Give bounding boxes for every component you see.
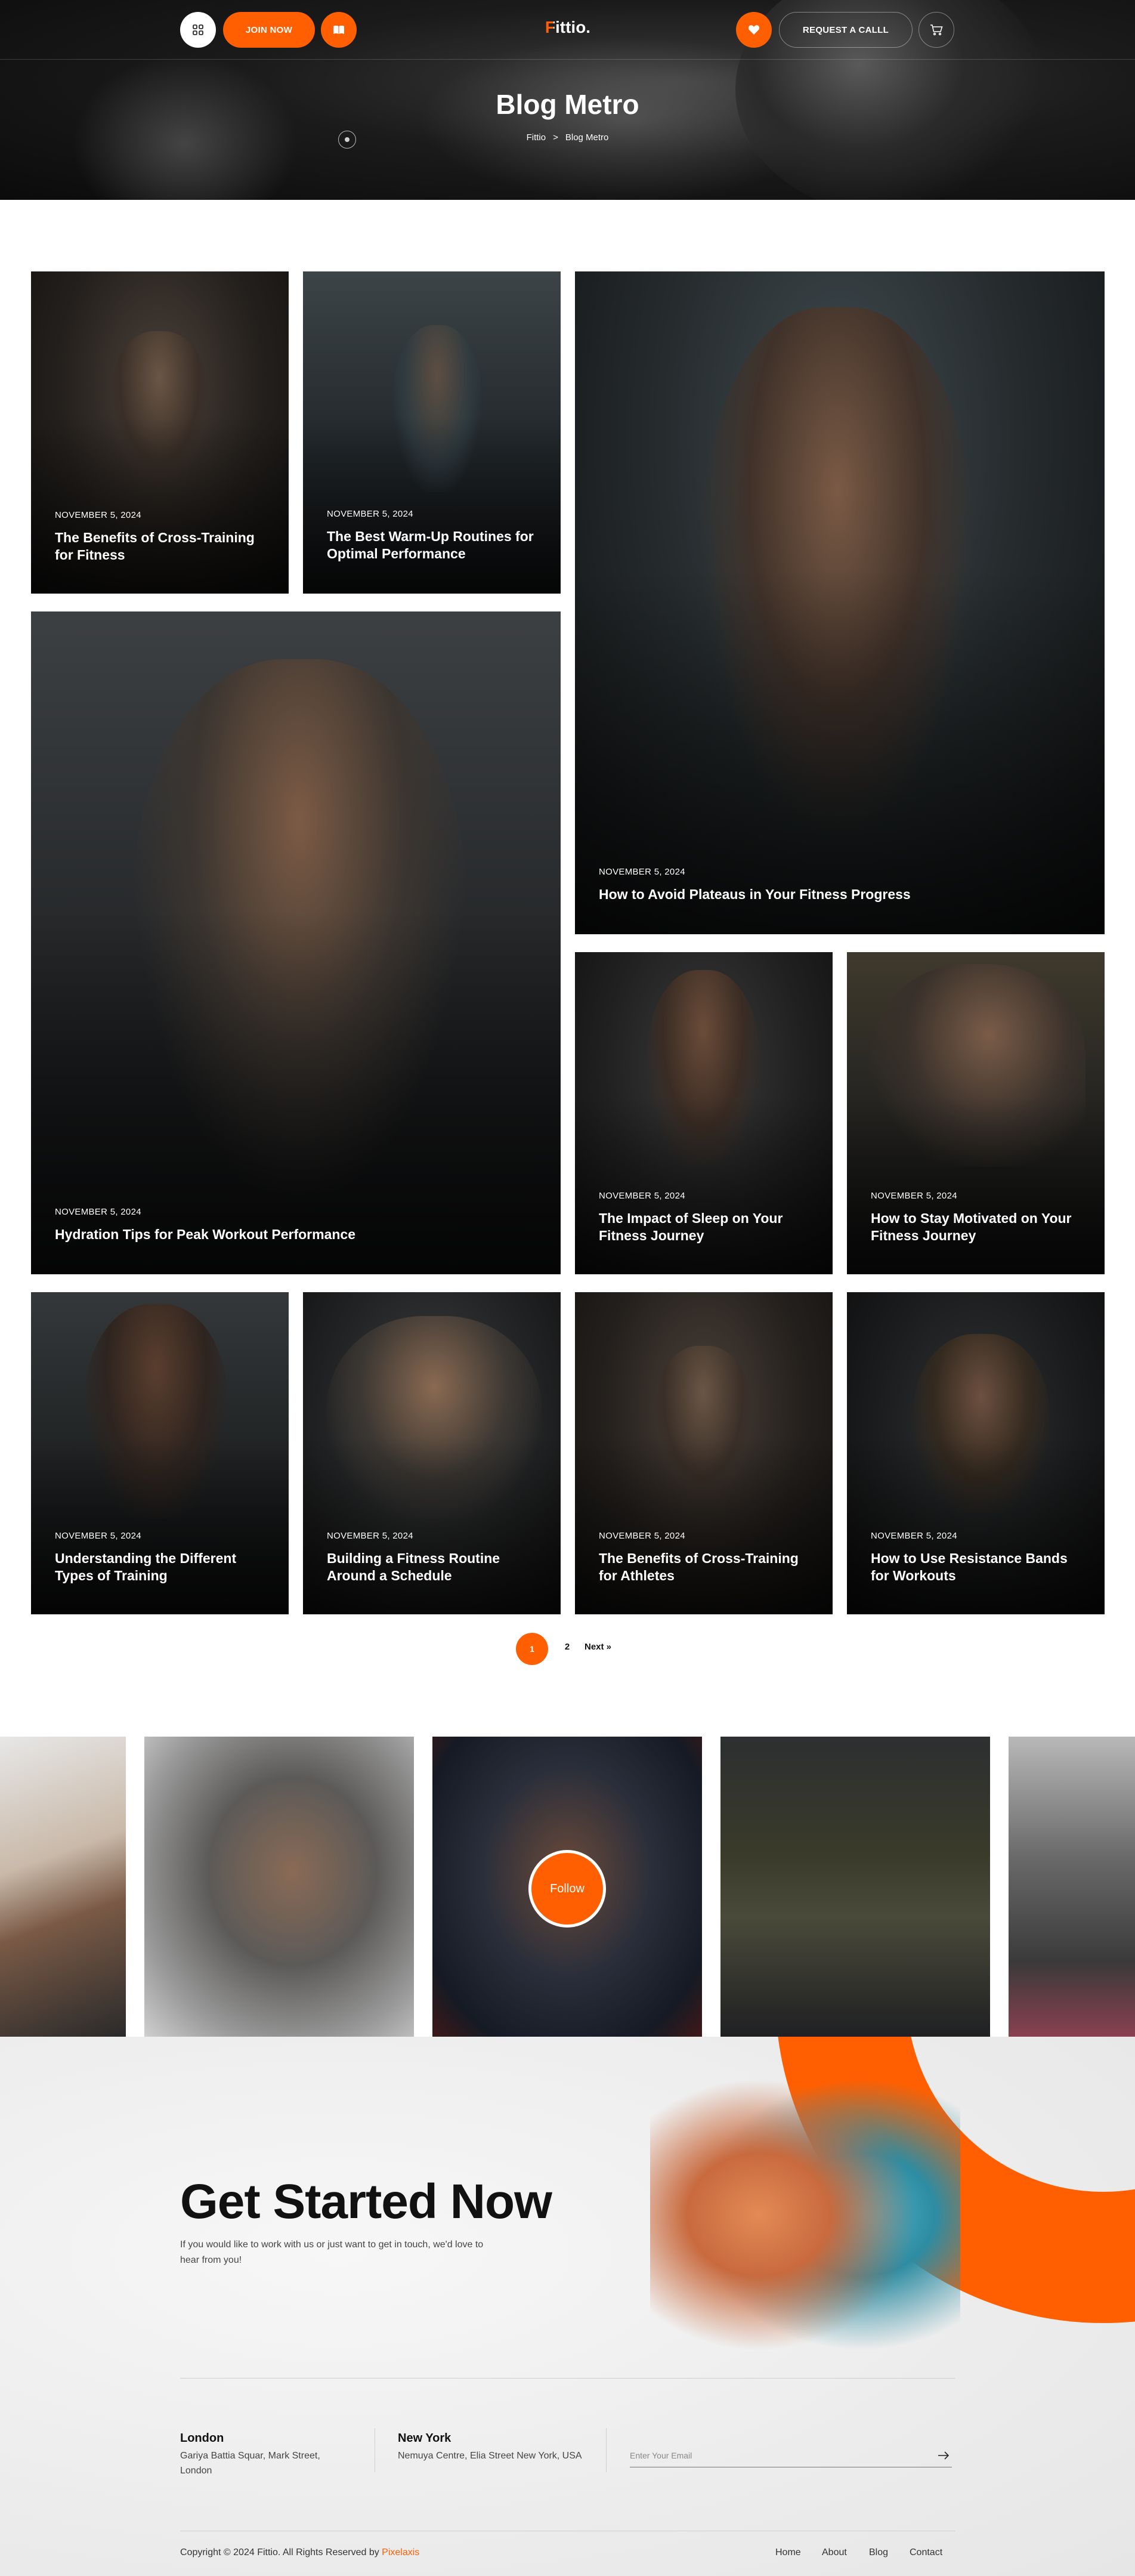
post-title[interactable]: How to Avoid Plateaus in Your Fitness Pr… [599,886,1081,903]
page-2-link[interactable]: 2 [558,1642,576,1656]
footer-link-about[interactable]: About [822,2547,847,2558]
instagram-follow-button[interactable]: Follow [528,1850,606,1928]
cta-subtitle: If you would like to work with us or jus… [180,2240,484,2265]
post-title[interactable]: The Impact of Sleep on Your Fitness Jour… [599,1210,809,1244]
post-date: NOVEMBER 5, 2024 [599,1531,685,1541]
post-date: NOVEMBER 5, 2024 [55,1531,141,1541]
contact-city-london: London [180,2432,224,2445]
divider [606,2428,607,2472]
blog-card[interactable]: NOVEMBER 5, 2024 How to Avoid Plateaus i… [575,271,1105,934]
blog-card[interactable]: NOVEMBER 5, 2024 How to Stay Motivated o… [847,952,1105,1274]
post-title[interactable]: The Benefits of Cross-Training for Athle… [599,1550,809,1584]
arrow-right-icon[interactable] [936,2448,951,2463]
contact-address-new-york: Nemuya Centre, Elia Street New York, USA [398,2451,582,2461]
cart-icon [930,24,943,36]
divider [180,2378,955,2379]
couple-image [650,2072,960,2389]
next-page-link[interactable]: Next » [584,1642,632,1656]
wishlist-button[interactable] [736,12,772,48]
post-date: NOVEMBER 5, 2024 [599,867,685,877]
post-title[interactable]: How to Use Resistance Bands for Workouts [871,1550,1081,1584]
breadcrumb-home-link[interactable]: Fittio [527,132,546,143]
hero-background-figure [72,54,298,200]
post-date: NOVEMBER 5, 2024 [871,1531,957,1541]
contact-address-london: Gariya Battia Squar, Mark Street, London [180,2451,320,2476]
post-title[interactable]: How to Stay Motivated on Your Fitness Jo… [871,1210,1081,1244]
post-date: NOVEMBER 5, 2024 [55,1207,141,1217]
cart-button[interactable] [918,12,954,48]
post-date: NOVEMBER 5, 2024 [327,509,413,519]
footer-link-home[interactable]: Home [775,2547,801,2558]
gallery-image[interactable] [0,1737,126,2037]
blog-card[interactable]: NOVEMBER 5, 2024 Understanding the Diffe… [31,1292,289,1614]
book-icon [333,25,344,34]
cta-title: Get Started Now [180,2175,552,2229]
blog-card[interactable]: NOVEMBER 5, 2024 How to Use Resistance B… [847,1292,1105,1614]
blog-card[interactable]: NOVEMBER 5, 2024 The Benefits of Cross-T… [31,271,289,594]
post-date: NOVEMBER 5, 2024 [55,510,141,520]
top-navigation-bar: JOIN NOW Fittio. REQUEST A CALLL [0,0,1135,60]
breadcrumb-current: Blog Metro [565,132,609,143]
copyright-label: Copyright © 2024 Fittio. All Rights Rese… [180,2547,382,2558]
post-title[interactable]: Understanding the Different Types of Tra… [55,1550,265,1584]
credit-link[interactable]: Pixelaxis [382,2547,419,2558]
blog-card[interactable]: NOVEMBER 5, 2024 The Impact of Sleep on … [575,952,833,1274]
contact-city-new-york: New York [398,2432,451,2445]
get-started-section [0,2037,1135,2576]
newsletter-email-input[interactable] [630,2444,952,2467]
book-button[interactable] [321,12,357,48]
breadcrumb-separator: > [553,132,558,143]
post-image-shade [575,271,1105,934]
page-1-button[interactable]: 1 [516,1633,548,1665]
post-title[interactable]: The Best Warm-Up Routines for Optimal Pe… [327,528,537,563]
post-title[interactable]: Hydration Tips for Peak Workout Performa… [55,1226,537,1243]
blog-card[interactable]: NOVEMBER 5, 2024 Building a Fitness Rout… [303,1292,561,1614]
post-image-shade [31,611,561,1274]
post-title[interactable]: The Benefits of Cross-Training for Fitne… [55,529,265,564]
menu-grid-button[interactable] [180,12,216,48]
copyright-text: Copyright © 2024 Fittio. All Rights Rese… [180,2547,419,2558]
site-logo[interactable]: Fittio. [537,18,599,42]
breadcrumb: Fittio > Blog Metro [0,132,1135,143]
post-date: NOVEMBER 5, 2024 [871,1191,957,1201]
request-call-button[interactable]: REQUEST A CALLL [779,12,913,48]
blog-card[interactable]: NOVEMBER 5, 2024 The Benefits of Cross-T… [575,1292,833,1614]
blog-card[interactable]: NOVEMBER 5, 2024 The Best Warm-Up Routin… [303,271,561,594]
post-date: NOVEMBER 5, 2024 [599,1191,685,1201]
join-now-button[interactable]: JOIN NOW [223,12,315,48]
post-date: NOVEMBER 5, 2024 [327,1531,413,1541]
footer-link-blog[interactable]: Blog [869,2547,888,2558]
page-title: Blog Metro [496,89,639,120]
scroll-indicator[interactable] [338,131,356,149]
grid-icon [193,24,203,35]
blog-card[interactable]: NOVEMBER 5, 2024 Hydration Tips for Peak… [31,611,561,1274]
gallery-image[interactable] [1009,1737,1135,2037]
heart-icon [748,25,760,35]
footer-link-contact[interactable]: Contact [910,2547,942,2558]
gallery-image[interactable] [144,1737,414,2037]
post-title[interactable]: Building a Fitness Routine Around a Sche… [327,1550,537,1584]
logo-text: Fittio. [545,18,591,36]
page-header: JOIN NOW Fittio. REQUEST A CALLL Blog Me… [0,0,1135,200]
gallery-image[interactable] [720,1737,990,2037]
